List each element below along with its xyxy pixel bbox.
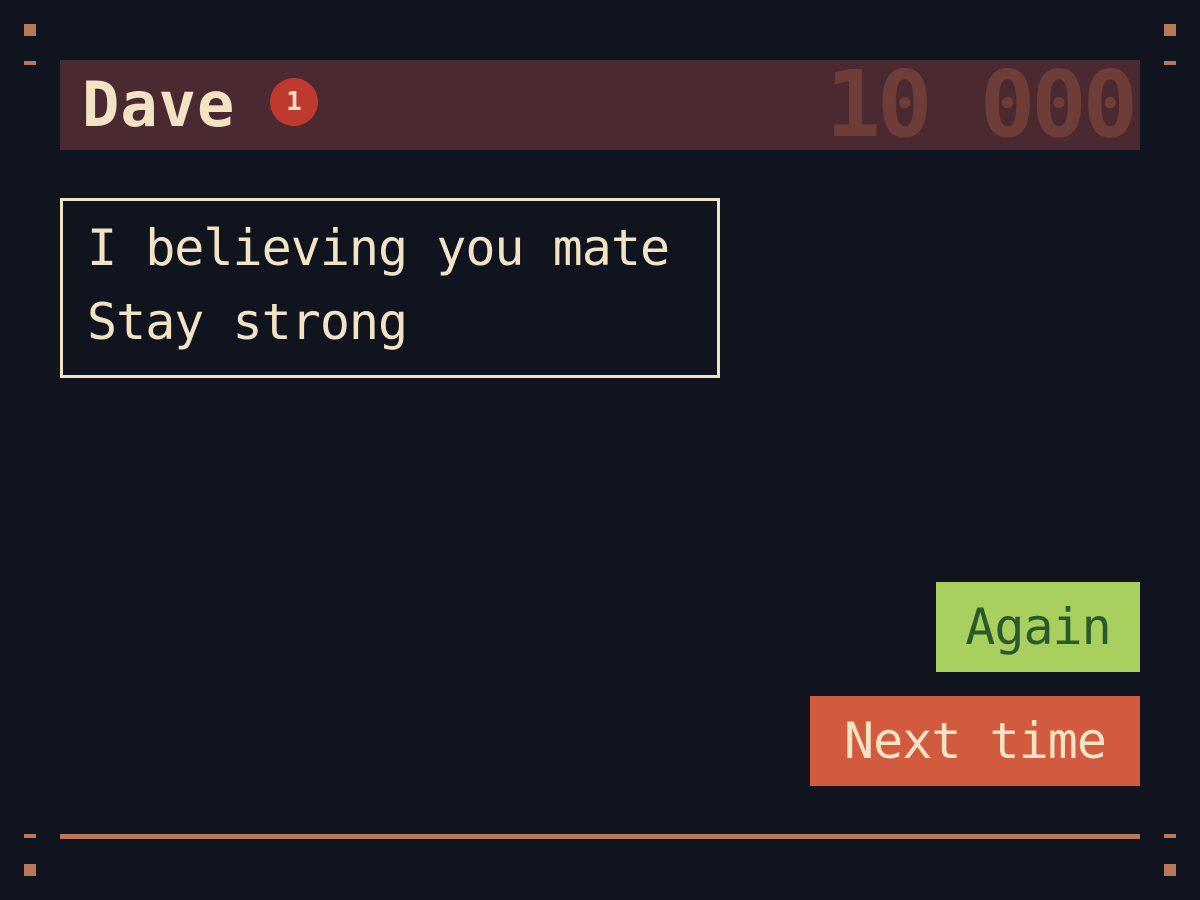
message-line: I believing you mate bbox=[87, 219, 670, 277]
level-badge: 1 bbox=[270, 78, 318, 126]
corner-decoration-bottom-right bbox=[1164, 864, 1176, 876]
corner-decoration-top-left bbox=[24, 24, 36, 36]
player-name: Dave bbox=[82, 68, 236, 141]
score-display: 10 000 bbox=[825, 51, 1138, 158]
edge-tick-top-right bbox=[1164, 61, 1176, 65]
corner-decoration-top-right bbox=[1164, 24, 1176, 36]
again-button[interactable]: Again bbox=[936, 582, 1140, 672]
edge-tick-bottom-left bbox=[24, 834, 36, 838]
corner-decoration-bottom-left bbox=[24, 864, 36, 876]
message-box: I believing you mate Stay strong bbox=[60, 198, 720, 378]
edge-tick-bottom-right bbox=[1164, 834, 1176, 838]
edge-tick-top-left bbox=[24, 61, 36, 65]
player-header: Dave 1 10 000 bbox=[60, 51, 1140, 158]
footer-divider bbox=[60, 834, 1140, 839]
next-time-button[interactable]: Next time bbox=[810, 696, 1140, 786]
message-line: Stay strong bbox=[87, 293, 408, 351]
